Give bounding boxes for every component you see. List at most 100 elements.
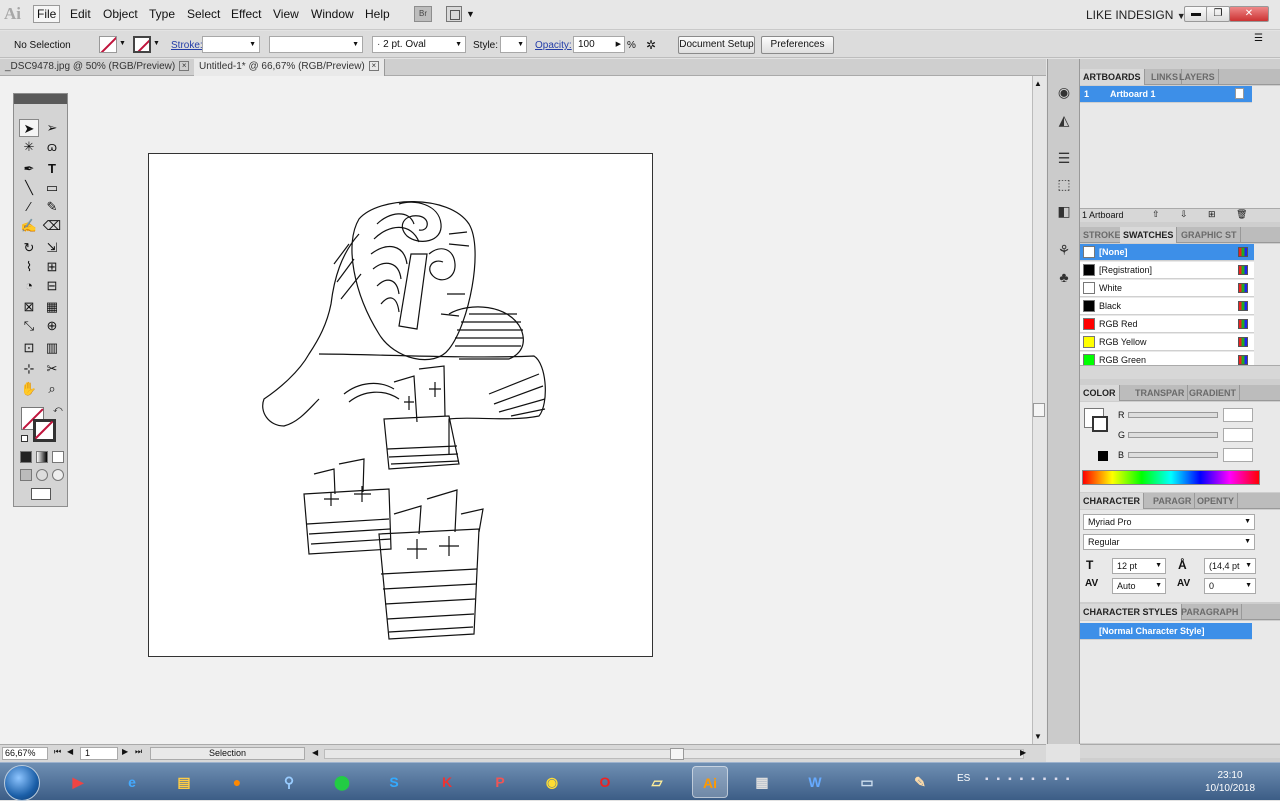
tab-stroke[interactable]: STROKE: [1080, 227, 1125, 243]
calculator-icon[interactable]: ▦: [744, 766, 780, 798]
document-setup-button[interactable]: Document Setup: [678, 36, 755, 54]
menu-edit[interactable]: Edit: [70, 7, 91, 21]
tools-panel-header[interactable]: [14, 94, 67, 104]
firefox-icon[interactable]: ●: [219, 766, 255, 798]
default-colors-icon[interactable]: [21, 435, 28, 442]
close-button[interactable]: ✕: [1229, 6, 1269, 22]
hand-tool-icon[interactable]: ✋: [19, 380, 39, 398]
chevron-down-icon[interactable]: ▼: [466, 9, 475, 19]
tab-character[interactable]: CHARACTER: [1080, 493, 1144, 509]
draw-normal-icon[interactable]: [20, 469, 32, 481]
brushes-icon[interactable]: ⚘: [1055, 241, 1073, 259]
folder-icon[interactable]: ▱: [639, 766, 675, 798]
tab-character-styles[interactable]: CHARACTER STYLES: [1080, 604, 1182, 620]
draw-behind-icon[interactable]: [36, 469, 48, 481]
column-graph-icon[interactable]: ▥: [42, 339, 62, 357]
blob-brush-icon[interactable]: ✍: [19, 217, 39, 235]
stroke-swatch[interactable]: [133, 36, 151, 53]
kerning-field[interactable]: Auto: [1112, 578, 1166, 594]
menu-effect[interactable]: Effect: [231, 7, 261, 21]
black-swatch[interactable]: [1098, 451, 1108, 461]
trash-icon[interactable]: 🗑: [1236, 209, 1247, 220]
start-button[interactable]: [4, 765, 40, 801]
swap-colors-icon[interactable]: ⤺: [53, 404, 63, 415]
scroll-right-icon[interactable]: ▶: [1020, 748, 1026, 757]
arrange-documents-icon[interactable]: [446, 6, 462, 22]
opacity-label[interactable]: Opacity:: [535, 40, 572, 51]
zoom-field[interactable]: 66,67%: [2, 747, 48, 760]
chevron-down-icon[interactable]: ▼: [119, 40, 126, 47]
selection-tool-icon[interactable]: ➤: [19, 119, 39, 137]
media-player-icon[interactable]: ▶: [60, 766, 96, 798]
list-item[interactable]: [Normal Character Style]: [1080, 623, 1252, 640]
scale-tool-icon[interactable]: ⇲: [42, 239, 62, 257]
swatch-row[interactable]: White: [1080, 280, 1254, 297]
transform-icon[interactable]: ⬚: [1055, 175, 1073, 193]
eraser-icon[interactable]: ⌫: [42, 217, 62, 235]
line-art-illustration[interactable]: [149, 154, 654, 658]
tab-graphic-styles[interactable]: GRAPHIC ST: [1178, 227, 1241, 243]
ie-browser-icon[interactable]: e: [114, 766, 150, 798]
move-up-icon[interactable]: ⇧: [1152, 209, 1160, 220]
swatch-row[interactable]: [None]: [1080, 244, 1254, 261]
b-value-field[interactable]: [1223, 448, 1253, 462]
first-artboard-icon[interactable]: ⏮: [54, 747, 61, 757]
tab-untitled-1[interactable]: Untitled-1* @ 66,67% (RGB/Preview) ×: [194, 59, 385, 76]
swatch-row[interactable]: Black: [1080, 298, 1254, 315]
draw-inside-icon[interactable]: [52, 469, 64, 481]
font-family-select[interactable]: Myriad Pro: [1083, 514, 1255, 530]
skype-icon[interactable]: S: [376, 766, 412, 798]
g-slider[interactable]: [1128, 432, 1218, 438]
app-k-icon[interactable]: K: [429, 766, 465, 798]
search-icon[interactable]: ⚲: [271, 766, 307, 798]
illustrator-icon[interactable]: Ai: [692, 766, 728, 798]
scroll-up-icon[interactable]: ▲: [1034, 79, 1042, 88]
color-mode-icon[interactable]: [20, 451, 32, 463]
close-icon[interactable]: ×: [179, 61, 190, 72]
pen-tool-icon[interactable]: ✒: [19, 160, 39, 178]
screen-mode-icon[interactable]: [31, 488, 51, 500]
type-tool-icon[interactable]: T: [42, 160, 62, 178]
menu-file[interactable]: File: [33, 5, 61, 23]
tab-swatches[interactable]: SWATCHES: [1120, 227, 1178, 243]
tab-transparency[interactable]: TRANSPAR: [1132, 385, 1189, 401]
fill-swatch[interactable]: [99, 36, 117, 53]
tab-paragraph[interactable]: PARAGR: [1150, 493, 1196, 509]
perspective-grid-icon[interactable]: ⊟: [42, 277, 62, 295]
blend-tool-icon[interactable]: ⊕: [42, 317, 62, 335]
screen-icon[interactable]: ▭: [849, 766, 885, 798]
menu-type[interactable]: Type: [149, 7, 175, 21]
font-style-select[interactable]: Regular: [1083, 534, 1255, 550]
tab-layers[interactable]: LAYERS: [1176, 69, 1219, 85]
rectangle-tool-icon[interactable]: ▭: [42, 179, 62, 197]
appearance-icon[interactable]: ◭: [1055, 111, 1073, 129]
bridge-button[interactable]: Br: [414, 6, 432, 22]
shape-builder-icon[interactable]: ◔: [19, 277, 39, 295]
minimize-button[interactable]: ▬: [1184, 6, 1208, 22]
line-tool-icon[interactable]: ╲: [19, 179, 39, 197]
system-tray-icons[interactable]: ▪▪▪▪▪▪▪▪: [985, 774, 1077, 785]
language-indicator[interactable]: ES: [957, 773, 970, 784]
list-item[interactable]: 1 Artboard 1: [1080, 86, 1252, 103]
rotate-tool-icon[interactable]: ↻: [19, 239, 39, 257]
brush-definition-field[interactable]: · 2 pt. Oval ▼: [372, 36, 466, 53]
recolor-icon[interactable]: ✲: [646, 38, 660, 52]
tab-dsc9478[interactable]: _DSC9478.jpg @ 50% (RGB/Preview) ×: [0, 59, 196, 76]
menu-view[interactable]: View: [273, 7, 299, 21]
artboard[interactable]: [148, 153, 653, 657]
status-mode-field[interactable]: Selection: [150, 747, 305, 760]
tab-color[interactable]: COLOR: [1080, 385, 1120, 401]
stroke-color-icon[interactable]: [33, 419, 56, 442]
warp-tool-icon[interactable]: ⌇: [19, 258, 39, 276]
r-value-field[interactable]: [1223, 408, 1253, 422]
chevron-down-icon[interactable]: ▼: [153, 40, 160, 47]
scrollbar-thumb[interactable]: [1033, 403, 1045, 417]
preferences-button[interactable]: Preferences: [761, 36, 834, 54]
paint-icon[interactable]: ✎: [902, 766, 938, 798]
artboard-nav-field[interactable]: 1: [80, 747, 118, 760]
opera-icon[interactable]: O: [587, 766, 623, 798]
panel-menu-icon[interactable]: ☰: [1254, 33, 1263, 44]
lasso-icon[interactable]: ɷ: [42, 138, 62, 156]
font-size-field[interactable]: 12 pt: [1112, 558, 1166, 574]
workspace-switcher[interactable]: LIKE INDESIGN ▼: [1086, 8, 1186, 22]
